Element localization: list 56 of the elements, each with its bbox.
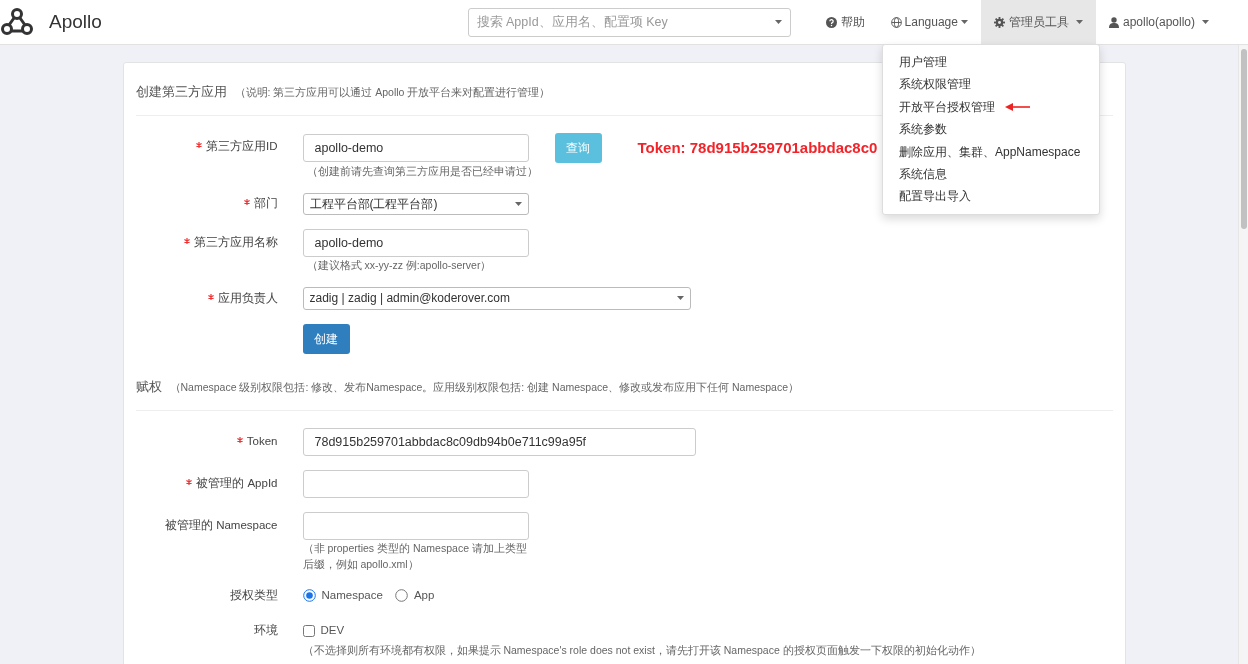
nav-link[interactable]: Language [877,0,981,45]
field-label: 环境 [253,622,278,638]
section-title: 创建第三方应用 [135,84,227,101]
field-label: 被管理的 AppId [196,475,278,491]
menu-item[interactable]: 配置导出导入 [883,185,987,208]
menu-item[interactable]: 开放平台授权管理 [883,95,1011,119]
help-text: （创建前请先查询第三方应用是否已经申请过） [305,163,539,179]
field-label: 第三方应用名称 [193,235,278,251]
brand-name[interactable]: Apollo [49,7,102,37]
nav-link[interactable]: 帮助 [812,0,878,45]
help-text: （非 properties 类型的 Namespace 请加上类型后缀，例如 apollo.xml） [302,540,528,572]
help-text: （不选择则所有环境都有权限，如果提示 Namespace's role does not exist，请先打开该 Namespace 的授权页面触发一下权限的初始化动作） [302,642,981,658]
token-text: Token: 78d915b259701abbdac8c0 [637,137,878,158]
text-input[interactable]: 78d915b259701abbdac8c09db94b0e711c99a95f [302,427,696,456]
menu-item[interactable]: 删除应用、集群、AppNamespace [883,140,1097,164]
option-label: Namespace [321,587,383,603]
menu-item[interactable]: 用户管理 [883,51,963,74]
field-label: 第三方应用ID [206,139,278,155]
caret-icon [1075,20,1083,24]
text-input[interactable] [302,469,529,498]
option-label: DEV [320,622,345,638]
logo-icon [0,7,34,37]
caret-icon [960,20,968,24]
section-note: （说明: 第三方应用可以通过 Apollo 开放平台来对配置进行管理） [234,85,551,100]
select-field[interactable]: zadig | zadig | admin@koderover.com [302,286,691,310]
section-title: 赋权 [135,378,162,396]
nav-link[interactable]: 管理员工具 [980,0,1096,45]
help-icon [825,16,837,28]
menu-item[interactable]: 系统信息 [883,163,963,186]
caret-icon [676,296,684,301]
scrollbar[interactable] [1238,45,1248,664]
text-input[interactable]: apollo-demo [302,133,529,162]
text-input[interactable] [302,511,529,540]
field-label: 应用负责人 [217,290,278,306]
globe-icon [890,16,902,28]
select-field[interactable]: 工程平台部(工程平台部) [302,192,529,215]
checkbox[interactable] [302,624,315,637]
option-label: App [413,587,435,603]
radio-button[interactable] [394,589,408,602]
create-button[interactable]: 创建 [302,323,350,354]
field-label: 授权类型 [229,587,278,603]
menu-item[interactable]: 系统参数 [883,118,963,141]
gear-icon [993,16,1005,28]
text-input[interactable]: apollo-demo [302,228,529,257]
radio-button[interactable] [302,589,316,602]
caret-icon [774,20,782,24]
nav-link[interactable]: apollo(apollo) [1095,0,1222,45]
section-note: （Namespace 级别权限包括: 修改、发布Namespace。应用级别权限包括: 创建 Namespace、修改或发布应用下任何 Namespace） [169,379,800,395]
menu-item[interactable]: 系统权限管理 [883,73,987,96]
field-label: Token [246,433,278,449]
help-text: （建议格式 xx-yy-zz 例:apollo-server） [305,257,493,273]
field-label: 被管理的 Namespace [164,517,278,533]
caret-icon [514,201,522,206]
user-icon [1108,16,1119,28]
caret-icon [1202,20,1209,24]
field-label: 部门 [253,196,278,212]
